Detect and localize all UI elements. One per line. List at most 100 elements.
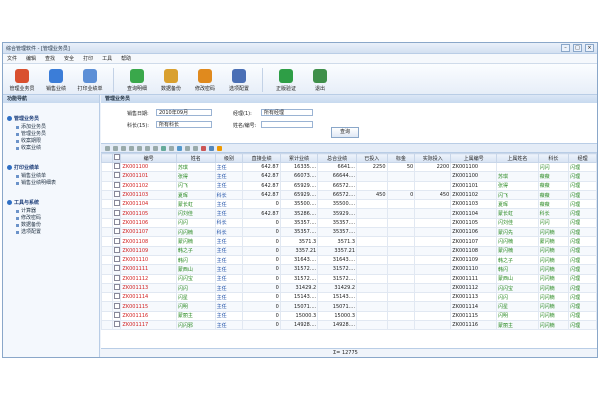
row-checkbox[interactable] bbox=[114, 200, 120, 207]
row-checkbox[interactable] bbox=[114, 302, 120, 309]
column-header[interactable]: 经理 bbox=[568, 153, 597, 163]
row-checkbox[interactable] bbox=[114, 219, 120, 225]
table-row[interactable]: ZK001101 张得 主任 642.87 66073.... 66644.... ZK00… bbox=[100, 171, 597, 182]
sidebar-item[interactable]: 计算器 bbox=[3, 208, 99, 215]
table-row[interactable]: ZK001105 闪刘佳 主任 642.87 35286.... 35929.... ZK0… bbox=[100, 208, 597, 219]
row-checkbox[interactable] bbox=[114, 247, 120, 253]
row-checkbox[interactable] bbox=[114, 284, 120, 290]
row-select-cell[interactable] bbox=[112, 208, 122, 219]
sidebar-item[interactable]: 收案期限 bbox=[3, 138, 99, 145]
menu-item[interactable]: 帮助 bbox=[121, 55, 131, 62]
row-checkbox[interactable] bbox=[114, 210, 120, 216]
grid-tool-icon[interactable] bbox=[121, 145, 126, 151]
table-row[interactable]: ZK001100 苏琪 主任 642.87 16335.... 6641... 2250 50… bbox=[100, 161, 597, 173]
row-select-cell[interactable] bbox=[112, 236, 122, 247]
toolbar-button[interactable]: 打印业绩单 bbox=[75, 69, 105, 94]
table-row[interactable]: ZK001104 蒙长虹 主任 0 35500.... 35500.... ZK001103… bbox=[100, 199, 597, 210]
sidebar-item[interactable]: 收案业绩 bbox=[3, 145, 99, 152]
row-select-cell[interactable] bbox=[112, 189, 122, 201]
table-row[interactable]: ZK001108 蒙闪楠 主任 0 3571.3 3571.3 ZK001107 闪闪楠 蒙闪楠… bbox=[100, 236, 597, 247]
table-row[interactable]: ZK001117 闪闪邪 主任 0 14928.... 14928.... ZK001116… bbox=[100, 320, 597, 331]
row-select-cell[interactable] bbox=[112, 264, 122, 275]
menu-item[interactable]: 查找 bbox=[45, 55, 55, 62]
toolbar-button[interactable]: 销售业绩 bbox=[41, 69, 71, 94]
date-select[interactable]: 2010年09月 bbox=[156, 109, 212, 116]
column-header[interactable]: 编号 bbox=[120, 153, 177, 163]
row-select-cell[interactable] bbox=[112, 273, 122, 284]
grid-tool-icon[interactable] bbox=[201, 145, 206, 151]
row-select-cell[interactable] bbox=[112, 292, 122, 303]
query-button[interactable]: 查询 bbox=[331, 127, 359, 138]
table-row[interactable]: ZK001113 闪闪 主任 0 31429.2 31429.2 ZK001112 闪闪宝 闪闪… bbox=[100, 282, 597, 294]
table-row[interactable]: ZK001114 闪星 主任 0 15143.... 15143.... ZK001113 闪… bbox=[100, 292, 597, 303]
row-checkbox[interactable] bbox=[114, 228, 120, 235]
table-row[interactable]: ZK001115 闪明 主任 0 15071.... 15071.... ZK001114 闪… bbox=[100, 301, 597, 312]
grid-tool-icon[interactable] bbox=[161, 145, 166, 151]
row-select-cell[interactable] bbox=[112, 227, 122, 238]
row-checkbox[interactable] bbox=[114, 237, 120, 244]
menu-item[interactable]: 文件 bbox=[7, 55, 17, 62]
row-checkbox[interactable] bbox=[114, 275, 120, 281]
row-checkbox[interactable] bbox=[114, 265, 120, 272]
sidebar-item[interactable]: 管理业务员 bbox=[3, 131, 99, 138]
row-checkbox[interactable] bbox=[114, 172, 120, 179]
sidebar-item[interactable]: 销售业绩单 bbox=[3, 173, 99, 180]
close-button[interactable]: × bbox=[585, 44, 594, 52]
menu-item[interactable]: 打印 bbox=[83, 55, 93, 62]
column-header[interactable]: 上属姓名 bbox=[496, 153, 539, 163]
name-input[interactable] bbox=[261, 121, 313, 128]
menu-item[interactable]: 编辑 bbox=[26, 55, 36, 62]
sidebar-item[interactable]: 销售业绩明细表 bbox=[3, 180, 99, 187]
sidebar-section-title[interactable]: 管理业务员 bbox=[3, 115, 99, 122]
column-header[interactable]: 标金 bbox=[386, 153, 416, 163]
grid-tool-icon[interactable] bbox=[193, 145, 198, 151]
column-header[interactable]: 总合业绩 bbox=[317, 153, 358, 163]
row-select-cell[interactable] bbox=[112, 199, 122, 210]
table-row[interactable]: ZK001110 韩闪 主任 0 31643.... 31643.... ZK001109 韩… bbox=[100, 254, 597, 266]
row-checkbox[interactable] bbox=[114, 182, 120, 188]
toolbar-button[interactable]: 修改密码 bbox=[190, 69, 220, 94]
col-header-select[interactable] bbox=[112, 153, 122, 163]
row-select-cell[interactable] bbox=[112, 301, 122, 312]
grid-tool-icon[interactable] bbox=[217, 145, 222, 151]
row-select-cell[interactable] bbox=[112, 254, 122, 266]
menu-item[interactable]: 安全 bbox=[64, 55, 74, 62]
row-checkbox[interactable] bbox=[114, 163, 120, 170]
table-row[interactable]: ZK001109 韩之子 主任 0 3357.21 3357.21 ZK001108 蒙闪楠闪… bbox=[100, 245, 597, 256]
tab-manage-salesman[interactable]: 管理业务员 bbox=[101, 95, 597, 103]
row-checkbox[interactable] bbox=[114, 293, 120, 300]
row-checkbox[interactable] bbox=[114, 321, 120, 328]
toolbar-button[interactable]: 选项配置 bbox=[224, 69, 254, 94]
row-select-cell[interactable] bbox=[112, 310, 122, 322]
toolbar-button[interactable]: 退出 bbox=[305, 69, 335, 94]
dept-select[interactable]: 所有科长 bbox=[156, 121, 212, 128]
sidebar-item[interactable]: 添加业务员 bbox=[3, 124, 99, 131]
column-header[interactable]: 姓名 bbox=[175, 153, 216, 163]
table-row[interactable]: ZK001112 闪闪宝 主任 0 31572.... 31572.... ZK001111… bbox=[100, 273, 597, 284]
row-select-cell[interactable] bbox=[112, 217, 122, 229]
row-select-cell[interactable] bbox=[112, 320, 122, 331]
toolbar-button[interactable]: 正版验证 bbox=[271, 69, 301, 94]
column-header[interactable]: 科长 bbox=[537, 153, 570, 163]
toolbar-button[interactable]: 管理业务员 bbox=[7, 69, 37, 94]
column-header[interactable]: 直接业绩 bbox=[242, 153, 281, 163]
row-checkbox[interactable] bbox=[114, 256, 120, 263]
grid-tool-icon[interactable] bbox=[153, 145, 158, 151]
table-row[interactable]: ZK001116 蒙丽主 主任 0 15000.3 15000.3 ZK001115 闪明 闪闪… bbox=[100, 310, 597, 322]
grid-tool-icon[interactable] bbox=[129, 145, 134, 151]
sidebar-item[interactable]: 修改密码 bbox=[3, 215, 99, 222]
grid-tool-icon[interactable] bbox=[145, 145, 150, 151]
grid-tool-icon[interactable] bbox=[113, 145, 118, 151]
row-select-cell[interactable] bbox=[112, 171, 122, 182]
table-row[interactable]: ZK001103 夏晖 科长 642.87 65929.... 66572.... 450 0… bbox=[100, 189, 597, 201]
grid-tool-icon[interactable] bbox=[209, 145, 214, 151]
row-select-cell[interactable] bbox=[112, 180, 122, 191]
grid-tool-icon[interactable] bbox=[169, 145, 174, 151]
sidebar-section-title[interactable]: 工具与系统 bbox=[3, 199, 99, 206]
column-header[interactable]: 上属编号 bbox=[450, 153, 498, 163]
row-select-cell[interactable] bbox=[112, 245, 122, 256]
column-header[interactable]: 级别 bbox=[214, 153, 244, 163]
table-row[interactable]: ZK001111 蒙西山 主任 0 31572.... 31572.... ZK001110… bbox=[100, 264, 597, 275]
manager-select[interactable]: 所有经理 bbox=[261, 109, 313, 116]
sidebar-section-title[interactable]: 打印业绩单 bbox=[3, 164, 99, 171]
